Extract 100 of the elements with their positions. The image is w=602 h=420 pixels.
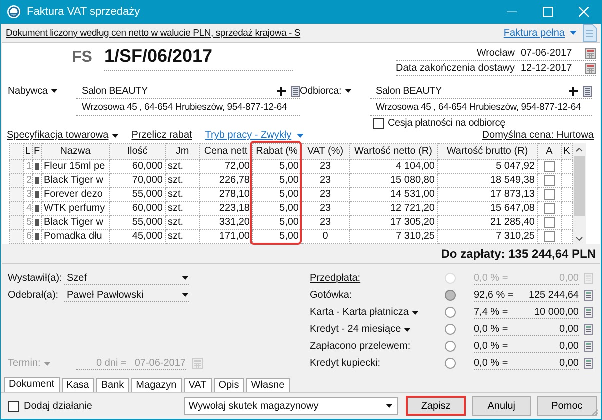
- column-header[interactable]: Nazwa: [42, 144, 110, 160]
- radio-button[interactable]: [445, 307, 456, 318]
- percent-field[interactable]: 92,6 % =: [474, 290, 514, 300]
- column-header[interactable]: K: [562, 144, 572, 160]
- payment-dropdown[interactable]: Kredyt - 24 miesiące: [310, 324, 445, 335]
- total-amount: Do zapłaty: 135 244,64 PLN: [441, 247, 596, 261]
- checkbox[interactable]: [544, 188, 555, 200]
- maximize-icon[interactable]: [543, 7, 553, 17]
- table-cell: 2: [24, 174, 32, 188]
- buyer-dropdown[interactable]: Nabywca: [8, 84, 76, 98]
- amount-field[interactable]: 0,00: [560, 324, 579, 334]
- table-cell: szt.: [166, 216, 200, 230]
- table-cell: 5,00: [252, 202, 302, 216]
- mode-dropdown[interactable]: Tryb pracy - Zwykły: [205, 130, 304, 141]
- default-price-link[interactable]: Domyślna cena: Hurtowa: [482, 130, 594, 141]
- recalculate-link[interactable]: Przelicz rabat: [132, 130, 192, 141]
- table-cell: 60,000: [110, 202, 166, 216]
- amount-field[interactable]: 0,00: [560, 358, 579, 368]
- checkbox[interactable]: [544, 202, 555, 214]
- tab[interactable]: Własne: [246, 378, 290, 392]
- checkbox[interactable]: [544, 160, 555, 172]
- tab[interactable]: VAT: [184, 378, 212, 392]
- table-cell: 17 873,13: [438, 188, 538, 202]
- table-cell: 70,000: [110, 174, 166, 188]
- checkbox[interactable]: [373, 118, 384, 129]
- table-cell: 223,18: [200, 202, 252, 216]
- tab[interactable]: Dokument: [4, 377, 60, 392]
- column-header[interactable]: Cena nett: [200, 144, 252, 160]
- person-dropdown[interactable]: Szef: [64, 272, 189, 284]
- radio-button[interactable]: [445, 341, 456, 352]
- button[interactable]: Pomoc: [537, 396, 597, 416]
- scrollbar[interactable]: [573, 143, 586, 244]
- button[interactable]: Anuluj: [472, 396, 532, 416]
- radio-button[interactable]: [445, 324, 456, 335]
- radio-button[interactable]: [445, 290, 456, 301]
- scroll-up-icon: [576, 148, 583, 152]
- table-cell: 55,000: [110, 188, 166, 202]
- payment-label: Zapłacono przelewem:: [310, 341, 412, 352]
- radio-button[interactable]: [445, 358, 456, 369]
- calculator-icon: [584, 273, 593, 284]
- percent-field[interactable]: 0,0 % =: [474, 358, 508, 368]
- specification-dropdown[interactable]: Specyfikacja towarowa: [7, 130, 119, 141]
- column-header[interactable]: VAT (%): [302, 144, 350, 160]
- date-field[interactable]: 07-06-2017: [521, 48, 579, 59]
- checkbox[interactable]: [544, 174, 555, 186]
- document-info-link[interactable]: Dokument liczony według cen netto w walucie PLN, sprzedaż krajowa - S: [6, 28, 504, 38]
- action-dropdown[interactable]: Wywołaj skutek magazynowy: [184, 397, 398, 415]
- percent-field[interactable]: 7,4 % =: [474, 306, 508, 318]
- button[interactable]: Zapisz: [406, 396, 466, 416]
- caret-icon: [386, 404, 394, 408]
- tab[interactable]: Magazyn: [131, 378, 182, 392]
- amount-field[interactable]: 125 244,64: [528, 290, 579, 300]
- caret-icon: [412, 310, 419, 314]
- table-cell: 1: [24, 160, 32, 174]
- caret-icon: [50, 89, 58, 93]
- table-cell: 226,78: [200, 174, 252, 188]
- document-prefix: FS: [72, 49, 92, 67]
- invoice-type-link[interactable]: Faktura pełna: [504, 28, 577, 38]
- column-header[interactable]: Rabat (%: [252, 144, 302, 160]
- table-cell: 15 080,80: [350, 174, 438, 188]
- plus-icon[interactable]: [277, 86, 286, 96]
- column-header[interactable]: Wartość brutto (R): [438, 144, 538, 160]
- table-cell: 21 285,40: [438, 216, 538, 230]
- party-address: Wrzosowa 45 , 64-654 Hrubieszów, 954-877-12-64: [76, 99, 300, 116]
- table-cell: 23: [302, 216, 350, 230]
- payment-label: Gotówka:: [310, 290, 354, 301]
- party-name[interactable]: Salon BEAUTY: [376, 86, 564, 96]
- caret-icon: [296, 134, 304, 138]
- table-cell: 4 104,00: [350, 160, 438, 174]
- payment-dropdown[interactable]: Karta - Karta płatnicza: [310, 307, 445, 318]
- percent-field[interactable]: 0,0 % =: [474, 340, 508, 352]
- table-cell: 5: [24, 216, 32, 230]
- column-header[interactable]: A: [538, 144, 562, 160]
- table-cell: 5,00: [252, 174, 302, 188]
- recipient-dropdown[interactable]: Odbiorca:: [300, 84, 370, 98]
- caret-icon: [570, 31, 577, 35]
- tab[interactable]: Bank: [96, 378, 130, 392]
- table-cell: szt.: [166, 188, 200, 202]
- column-header[interactable]: Wartość netto (R): [350, 144, 438, 160]
- date-field[interactable]: 12-12-2017: [521, 63, 579, 74]
- percent-field[interactable]: 0,0 % =: [474, 324, 508, 334]
- close-icon[interactable]: [579, 7, 589, 17]
- table-cell: 14 531,00: [350, 188, 438, 202]
- party-name[interactable]: Salon BEAUTY: [82, 86, 272, 96]
- amount-field[interactable]: 0,00: [560, 340, 579, 352]
- checkbox[interactable]: [8, 400, 19, 412]
- column-header[interactable]: Jm: [166, 144, 200, 160]
- amount-field[interactable]: 10 000,00: [534, 306, 579, 318]
- calculator-icon: [584, 341, 593, 352]
- document-icon: [583, 24, 597, 42]
- column-header[interactable]: Ilość: [110, 144, 166, 160]
- tab[interactable]: Kasa: [62, 378, 94, 392]
- tab[interactable]: Opis: [214, 378, 244, 392]
- document-number: 1/SF/06/2017: [104, 46, 293, 71]
- table-cell: szt.: [166, 174, 200, 188]
- plus-icon[interactable]: [569, 86, 578, 96]
- checkbox[interactable]: [544, 230, 555, 242]
- table-cell: 23: [302, 174, 350, 188]
- checkbox[interactable]: [544, 216, 555, 228]
- person-dropdown[interactable]: Paweł Pawłowski: [64, 290, 189, 302]
